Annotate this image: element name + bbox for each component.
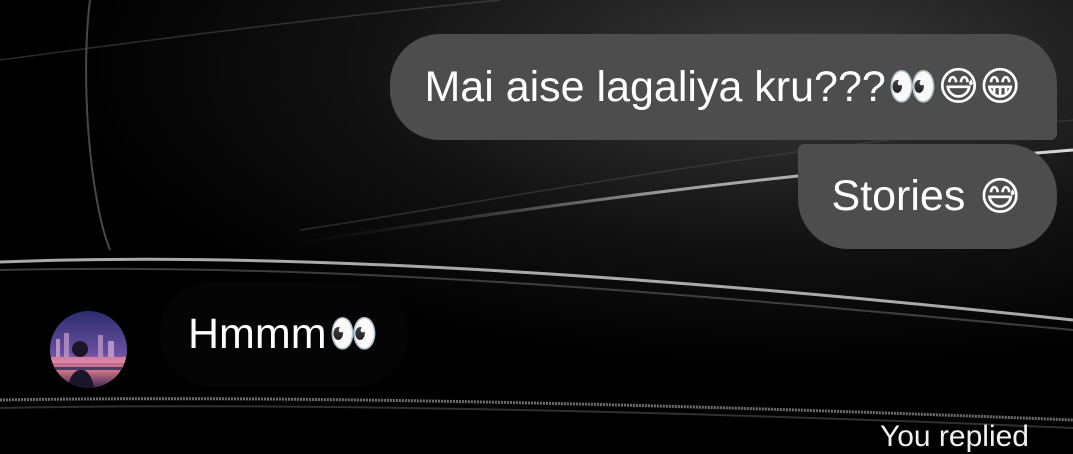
message-emoji: 👀 [328,311,379,357]
sender-avatar[interactable] [50,311,127,388]
message-text: Stories [831,172,978,220]
message-text: Hmmm [188,309,327,358]
incoming-message-bubble[interactable]: Hmmm 👀 [160,282,409,386]
outgoing-message-bubble[interactable]: Mai aise lagaliya kru??? 👀😅😁 [390,34,1057,140]
avatar-image [50,311,127,388]
message-emoji: 👀😅😁 [887,64,1021,110]
message-emoji: 😅 [979,173,1021,220]
you-replied-label: You replied [879,420,1029,453]
message-text: Mai aise lagaliya kru??? [424,62,886,111]
outgoing-message-bubble[interactable]: Stories 😅 [797,144,1057,249]
